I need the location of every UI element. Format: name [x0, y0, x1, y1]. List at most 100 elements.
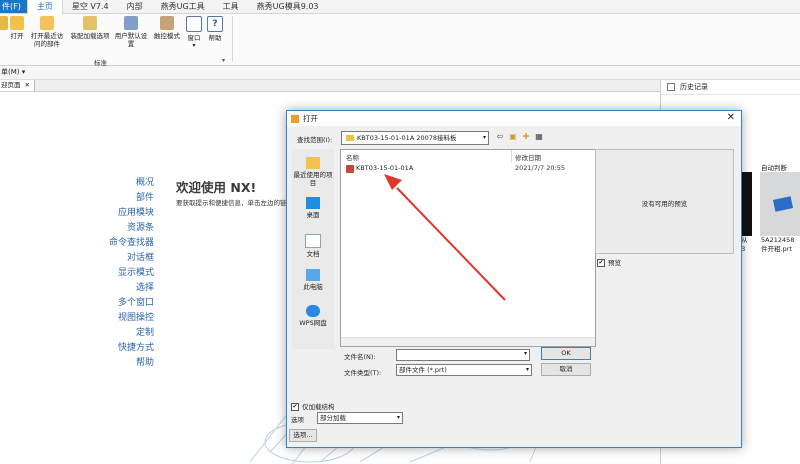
- prt-file-icon: [346, 165, 354, 173]
- folder-open-icon: [10, 16, 24, 30]
- ok-button[interactable]: OK: [541, 347, 591, 360]
- ribbon-open-button[interactable]: 打开: [8, 16, 26, 40]
- cancel-button[interactable]: 取消: [541, 363, 591, 376]
- part-preview-icon: [772, 196, 794, 212]
- chevron-down-icon: ▾: [525, 366, 529, 373]
- tab-welcome-label: 迎页面: [1, 81, 21, 89]
- place-documents[interactable]: 文档: [292, 234, 334, 258]
- place-desktop[interactable]: 桌面: [292, 197, 334, 219]
- filetype-value: 部件文件 (*.prt): [399, 366, 447, 374]
- look-in-combo[interactable]: KBT03-15-01-01A 20078接料板 ▾: [341, 131, 489, 145]
- places-bar: 最近使用的项目 桌面 文档 此电脑 WPS网盘: [292, 149, 334, 349]
- menu-xingkong[interactable]: 星空 V7.4: [63, 0, 118, 13]
- link-multiple-windows[interactable]: 多个窗口: [60, 296, 154, 311]
- folder-icon: [346, 135, 354, 141]
- ribbon-help-label: 帮助: [208, 34, 222, 42]
- ribbon-user-defaults-label: 用户默认设置: [114, 32, 148, 48]
- link-help[interactable]: 帮助: [60, 356, 154, 371]
- new-icon: [0, 16, 8, 30]
- filename-label: 文件名(N):: [344, 353, 376, 361]
- preview-checkbox[interactable]: ✔ 预览: [597, 257, 621, 267]
- file-row-date: 2021/7/7 20:55: [515, 164, 565, 172]
- ribbon-assembly-load-button[interactable]: 装配加载选项: [70, 16, 110, 40]
- ribbon-recent-button[interactable]: 打开最近访 问的部件: [30, 16, 64, 48]
- ribbon-window-label: 窗口: [187, 34, 201, 42]
- dialog-close-icon[interactable]: ✕: [727, 112, 735, 123]
- link-resource-bar[interactable]: 资源条: [60, 221, 154, 236]
- menu-dropdown[interactable]: 单(M) ▾: [1, 68, 25, 76]
- history-item-name-line2: 件开粗.prt: [761, 245, 792, 253]
- column-date[interactable]: 修改日期: [515, 152, 541, 162]
- menu-yanxiu-tools[interactable]: 燕秀UG工具: [152, 0, 214, 13]
- link-dialogs[interactable]: 对话框: [60, 251, 154, 266]
- place-this-pc[interactable]: 此电脑: [292, 269, 334, 291]
- chevron-down-icon[interactable]: ▾: [524, 350, 527, 357]
- place-desktop-label: 桌面: [306, 211, 320, 219]
- chevron-down-icon: ▾: [482, 134, 486, 141]
- welcome-subtitle: 要获取提示和便捷信息，单击左边的链: [176, 199, 287, 207]
- link-shortcuts[interactable]: 快捷方式: [60, 341, 154, 356]
- history-item-name: 5A212458 件开粗.prt: [761, 236, 794, 254]
- tab-welcome[interactable]: 迎页面 ✕: [0, 80, 35, 91]
- link-customize[interactable]: 定制: [60, 326, 154, 341]
- history-thumbnail[interactable]: [760, 172, 800, 236]
- back-icon[interactable]: ⇦: [495, 132, 505, 142]
- load-structure-label: 仅加载结构: [302, 403, 335, 411]
- menu-home[interactable]: 主页: [26, 0, 63, 14]
- options-select[interactable]: 部分加载 ▾: [317, 412, 403, 424]
- column-name[interactable]: 名称: [346, 152, 359, 162]
- menu-file[interactable]: 件(F): [0, 0, 27, 13]
- ribbon-touch-mode-button[interactable]: 触控模式: [153, 16, 181, 40]
- look-in-label: 查找范围(I):: [297, 136, 333, 144]
- history-item-name-line1: 5A212458: [761, 236, 795, 244]
- ribbon-open-label: 打开: [10, 32, 24, 40]
- horizontal-scrollbar[interactable]: [341, 337, 595, 346]
- document-tabs: 迎页面 ✕: [0, 80, 660, 92]
- ribbon-help-button[interactable]: ? 帮助: [206, 16, 224, 42]
- filetype-select[interactable]: 部件文件 (*.prt) ▾: [396, 364, 532, 376]
- filename-input[interactable]: ▾: [396, 349, 530, 361]
- options-value: 部分加载: [320, 414, 346, 422]
- preview-pane: 没有可用的预览: [595, 149, 734, 254]
- welcome-title: 欢迎使用 NX!: [176, 180, 257, 195]
- preview-checkbox-label: 预览: [608, 259, 621, 267]
- link-view-manipulation[interactable]: 视图操控: [60, 311, 154, 326]
- menu-tools[interactable]: 工具: [214, 0, 248, 13]
- link-command-finder[interactable]: 命令查找器: [60, 236, 154, 251]
- link-display-mode[interactable]: 显示模式: [60, 266, 154, 281]
- help-icon: ?: [207, 16, 223, 32]
- menu-yanxiu-mold[interactable]: 燕秀UG模具9.03: [248, 0, 328, 13]
- place-wps-cloud[interactable]: WPS网盘: [292, 305, 334, 327]
- load-structure-checkbox[interactable]: ✔ 仅加载结构: [291, 401, 335, 411]
- link-selection[interactable]: 选择: [60, 281, 154, 296]
- file-list[interactable]: 名称 修改日期 KBT03-15-01-01A 2021/7/7 20:55: [340, 149, 596, 347]
- ribbon-new-button[interactable]: [0, 16, 8, 32]
- computer-icon: [306, 269, 320, 281]
- up-folder-icon[interactable]: ▣: [508, 132, 518, 142]
- ribbon-window-button[interactable]: 窗口 ▾: [185, 16, 203, 50]
- file-row-name[interactable]: KBT03-15-01-01A: [356, 164, 413, 172]
- column-divider[interactable]: [511, 150, 512, 162]
- recent-icon: [306, 157, 320, 169]
- ribbon-user-defaults-button[interactable]: 用户默认设置: [113, 16, 149, 48]
- new-folder-icon[interactable]: ✚: [521, 132, 531, 142]
- link-overview[interactable]: 概况: [60, 176, 154, 191]
- look-in-value: KBT03-15-01-01A 20078接料板: [357, 134, 457, 142]
- preview-text: 没有可用的预览: [641, 200, 688, 208]
- chevron-down-icon: ▾: [396, 414, 400, 421]
- place-recent[interactable]: 最近使用的项目: [292, 157, 334, 187]
- ribbon-recent-label: 打开最近访 问的部件: [30, 32, 64, 48]
- tab-close-icon[interactable]: ✕: [25, 81, 30, 89]
- link-applications[interactable]: 应用模块: [60, 206, 154, 221]
- dialog-title: 打开: [303, 114, 318, 123]
- menu-internal[interactable]: 内部: [118, 0, 152, 13]
- ribbon-assembly-load-label: 装配加载选项: [70, 32, 110, 40]
- link-parts[interactable]: 部件: [60, 191, 154, 206]
- dialog-titlebar: 打开 ✕: [287, 111, 741, 126]
- ribbon-group-expand-icon[interactable]: ▾: [222, 57, 225, 64]
- assembly-load-icon: [83, 16, 97, 30]
- view-menu-icon[interactable]: ▦: [534, 132, 544, 142]
- window-icon: [186, 16, 202, 32]
- cloud-icon: [306, 305, 320, 317]
- options-button[interactable]: 选项...: [289, 429, 317, 442]
